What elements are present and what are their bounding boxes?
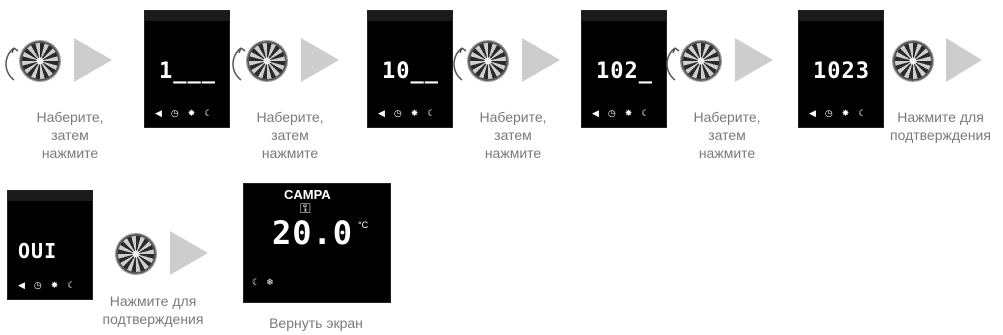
sun-icon: ✸ — [50, 281, 59, 291]
display-readout: 1023 — [813, 59, 870, 84]
speaker-icon: ◀ — [809, 109, 816, 119]
sun-icon: ✸ — [841, 109, 850, 119]
rotary-knob-icon — [20, 41, 60, 81]
display-panel-confirm: OUI ◀ ◷ ✸ ☾ — [7, 190, 93, 300]
clock-icon: ◷ — [393, 109, 402, 119]
step-6-caption: Нажмите для подтверждения — [102, 293, 204, 327]
clock-icon: ◷ — [824, 109, 833, 119]
speaker-icon: ◀ — [378, 109, 385, 119]
rotary-knob-icon — [247, 41, 287, 81]
temperature-readout: 20.0 — [272, 214, 354, 252]
moon-icon: ☾ — [858, 109, 867, 119]
moon-icon: ☾ — [641, 109, 650, 119]
speaker-icon: ◀ — [18, 281, 25, 291]
step-2-caption: Наберите, затем нажмите — [256, 109, 324, 161]
clock-icon: ◷ — [33, 281, 42, 291]
display-panel-1: 1___ ◀ ◷ ✸ ☾ — [144, 10, 230, 128]
temperature-unit: °C — [358, 220, 369, 230]
display-panel-2: 10__ ◀ ◷ ✸ ☾ — [367, 10, 453, 128]
speaker-icon: ◀ — [155, 109, 162, 119]
rotary-knob-icon — [893, 41, 933, 81]
next-arrow-icon — [522, 38, 560, 82]
rotary-knob-icon — [468, 41, 508, 81]
sun-icon: ✸ — [624, 109, 633, 119]
display-readout: 10__ — [382, 59, 439, 84]
moon-icon: ☾ — [67, 281, 76, 291]
home-caption: Вернуть экран — [269, 315, 363, 331]
speaker-icon: ◀ — [592, 109, 599, 119]
moon-icon: ☾ — [427, 109, 436, 119]
next-arrow-icon — [74, 38, 112, 82]
display-panel-home: CAMPA ⚿ 20.0 °C ☾ ❄ — [243, 183, 391, 303]
next-arrow-icon — [301, 38, 339, 82]
display-readout: OUI — [18, 239, 58, 263]
display-readout: 1___ — [159, 59, 216, 84]
step-5-caption: Нажмите для подтверждения — [890, 109, 991, 143]
next-arrow-icon — [735, 38, 773, 82]
sun-icon: ✸ — [187, 109, 196, 119]
rotary-knob-icon — [116, 234, 156, 274]
step-3-caption: Наберите, затем нажмите — [479, 109, 547, 161]
snowflake-icon: ❄ — [266, 278, 274, 288]
display-readout: 102_ — [596, 59, 653, 84]
next-arrow-icon — [170, 231, 208, 275]
display-panel-4: 1023 ◀ ◷ ✸ ☾ — [798, 10, 884, 128]
display-panel-3: 102_ ◀ ◷ ✸ ☾ — [581, 10, 667, 128]
clock-icon: ◷ — [170, 109, 179, 119]
rotary-knob-icon — [681, 41, 721, 81]
sun-icon: ✸ — [410, 109, 419, 119]
step-4-caption: Наберите, затем нажмите — [693, 109, 761, 161]
next-arrow-icon — [946, 38, 982, 82]
moon-icon: ☾ — [252, 278, 261, 288]
clock-icon: ◷ — [607, 109, 616, 119]
step-1-caption: Наберите, затем нажмите — [36, 109, 104, 161]
moon-icon: ☾ — [204, 109, 213, 119]
